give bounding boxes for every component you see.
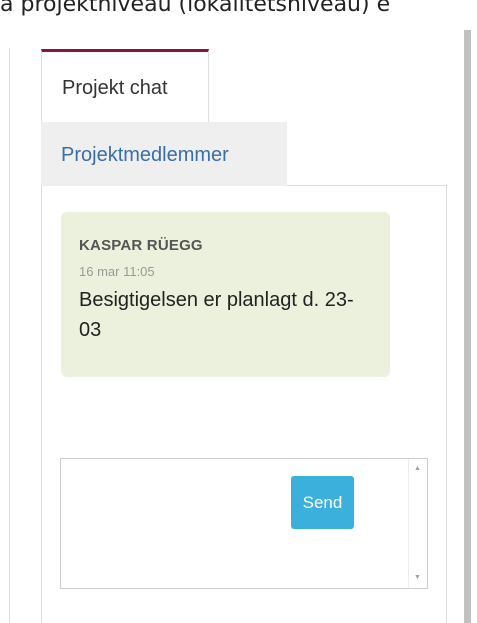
tab-projektmedlemmer-label: Projektmedlemmer <box>61 144 229 166</box>
cropped-heading-text: a projektniveau (lokalitetsniveau) e <box>0 0 391 17</box>
message-timestamp: 16 mar 11:05 <box>79 264 155 279</box>
message-input[interactable] <box>61 459 406 588</box>
message-author: KASPAR RÜEGG <box>79 237 203 254</box>
page: a projektniveau (lokalitetsniveau) e Pro… <box>0 0 477 623</box>
tab-projektmedlemmer[interactable]: Projektmedlemmer <box>41 122 287 186</box>
scroll-up-icon[interactable]: ▲ <box>414 465 421 473</box>
send-button[interactable]: Send <box>291 476 354 529</box>
chat-message: KASPAR RÜEGG 16 mar 11:05 Besigtigelsen … <box>61 212 390 377</box>
message-composer: ▲ ▼ <box>60 458 428 589</box>
page-scrollbar[interactable] <box>464 30 471 623</box>
tab-projekt-chat[interactable]: Projekt chat <box>41 49 209 122</box>
message-text: Besigtigelsen er planlagt d. 23-03 <box>79 289 354 341</box>
composer-scrollbar[interactable]: ▲ ▼ <box>408 459 427 588</box>
scroll-down-icon[interactable]: ▼ <box>414 574 421 582</box>
left-divider <box>9 48 10 623</box>
tab-projekt-chat-label: Projekt chat <box>62 77 168 99</box>
